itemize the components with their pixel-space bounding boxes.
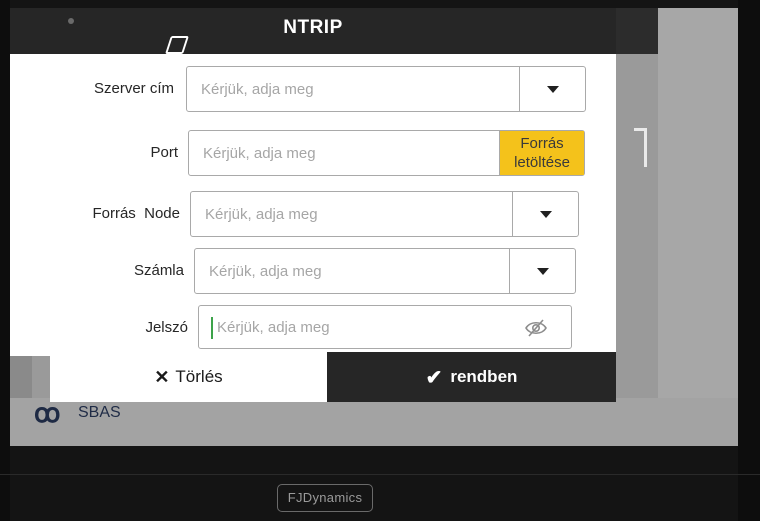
sbas-label: SBAS xyxy=(78,404,121,421)
server-address-select[interactable]: Kérjük, adja meg xyxy=(186,66,586,112)
ntrip-dialog: NTRIP Szerver cím Kérjük, adja meg Port … xyxy=(10,8,616,402)
device-bezel-right xyxy=(738,0,760,521)
cancel-button[interactable]: ✕ Törlés xyxy=(50,352,327,402)
dropdown-caret-icon xyxy=(539,211,552,218)
satellite-icon: ꝏ xyxy=(34,398,61,428)
close-x-icon: ✕ xyxy=(154,366,170,387)
port-placeholder: Kérjük, adja meg xyxy=(203,145,316,162)
text-cursor xyxy=(211,317,213,339)
port-input[interactable]: Kérjük, adja meg Forrás letöltése xyxy=(188,130,585,176)
dropdown-caret-icon xyxy=(536,268,549,275)
port-row: Port Kérjük, adja meg Forrás letöltése xyxy=(10,130,616,176)
account-row: Számla Kérjük, adja meg xyxy=(10,248,616,294)
fetch-source-label-line2: letöltése xyxy=(514,154,570,171)
dropdown-caret-icon xyxy=(546,86,559,93)
node-dropdown-button[interactable] xyxy=(512,192,578,236)
eye-hidden-icon[interactable] xyxy=(525,318,547,338)
server-label: Szerver cím xyxy=(93,80,174,97)
account-dropdown-button[interactable] xyxy=(509,249,575,293)
node-row: Forrás Node Kérjük, adja meg xyxy=(10,191,616,237)
password-placeholder: Kérjük, adja meg xyxy=(217,319,330,336)
server-placeholder: Kérjük, adja meg xyxy=(201,81,314,98)
account-select[interactable]: Kérjük, adja meg xyxy=(194,248,576,294)
fetch-source-button[interactable]: Forrás letöltése xyxy=(499,131,584,175)
account-placeholder: Kérjük, adja meg xyxy=(209,263,322,280)
dialog-footer: ✕ Törlés ✔ rendben xyxy=(10,352,616,402)
password-input[interactable]: Kérjük, adja meg xyxy=(198,305,572,349)
fetch-source-label-line1: Forrás xyxy=(520,135,564,152)
source-node-select[interactable]: Kérjük, adja meg xyxy=(190,191,579,237)
node-placeholder: Kérjük, adja meg xyxy=(205,206,318,223)
background-bracket xyxy=(634,128,647,167)
ok-button[interactable]: ✔ rendben xyxy=(327,352,616,402)
node-label: Forrás Node xyxy=(92,205,180,222)
dialog-titlebar: NTRIP xyxy=(10,8,616,54)
server-row: Szerver cím Kérjük, adja meg xyxy=(10,66,616,112)
ok-label: rendben xyxy=(450,367,518,386)
checkmark-icon: ✔ xyxy=(425,366,443,389)
account-label: Számla xyxy=(133,262,184,279)
dialog-title: NTRIP xyxy=(283,17,343,38)
device-screen: ꓘ ꝏ SBAS NTRIP Szerver cím Kérjük, adja … xyxy=(10,8,738,446)
brand-logo: FJDynamics xyxy=(277,484,373,512)
password-label: Jelszó xyxy=(145,319,188,336)
server-dropdown-button[interactable] xyxy=(519,67,585,111)
background-right-panel xyxy=(658,8,738,446)
device-bezel-left xyxy=(0,0,10,521)
dialog-body: Szerver cím Kérjük, adja meg Port Kérjük… xyxy=(10,54,616,356)
bezel-edge xyxy=(0,474,760,475)
password-row: Jelszó Kérjük, adja meg xyxy=(10,305,616,351)
port-label: Port xyxy=(150,144,178,161)
cancel-label: Törlés xyxy=(175,367,223,386)
